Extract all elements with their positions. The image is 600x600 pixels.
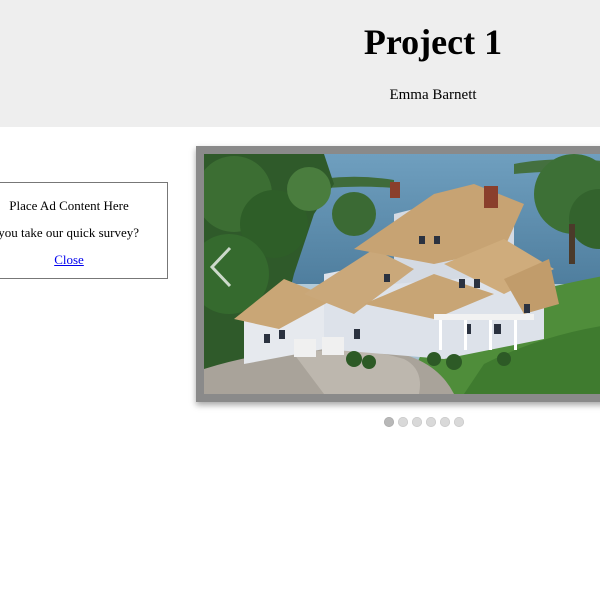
house-aerial-image: [204, 154, 600, 394]
slide-dot-5[interactable]: [440, 417, 450, 427]
image-slider: [196, 146, 600, 402]
survey-prompt-text: ll you take our quick survey?: [0, 225, 139, 240]
ad-content-text: Place Ad Content Here: [9, 198, 129, 213]
slide-dot-2[interactable]: [398, 417, 408, 427]
house-photo: [204, 154, 600, 394]
slide-dot-4[interactable]: [426, 417, 436, 427]
close-link[interactable]: Close: [0, 252, 167, 268]
slide-dot-6[interactable]: [454, 417, 464, 427]
chevron-left-icon: [209, 246, 232, 288]
page-title: Project 1: [363, 22, 503, 62]
ad-popup: Place Ad Content Here ll you take our qu…: [0, 182, 168, 279]
slide-dot-3[interactable]: [412, 417, 422, 427]
author-name: Emma Barnett: [389, 87, 477, 103]
slide-dot-1[interactable]: [384, 417, 394, 427]
slide-indicators: [384, 417, 464, 428]
prev-slide-button[interactable]: [208, 246, 234, 288]
header-banner: Project 1 Emma Barnett: [0, 0, 600, 127]
